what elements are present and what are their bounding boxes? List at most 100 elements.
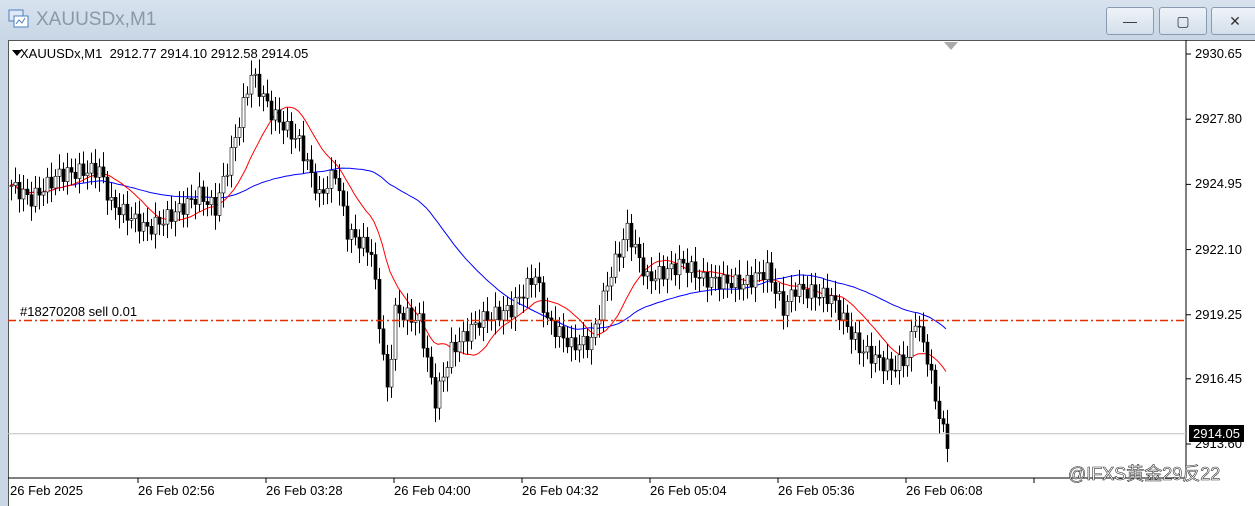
candle-body xyxy=(837,300,842,321)
candle-body xyxy=(285,121,290,131)
candle-body xyxy=(229,147,234,176)
candle-body xyxy=(321,189,326,194)
candle-body xyxy=(841,312,846,321)
candle-body xyxy=(357,236,362,249)
candle-body xyxy=(465,331,470,342)
price-tick-label: 2927.80 xyxy=(1195,111,1242,127)
candle-body xyxy=(49,176,54,189)
candle-body xyxy=(209,197,214,205)
candle-body xyxy=(269,100,274,121)
candle-body xyxy=(917,325,922,328)
candle-body xyxy=(213,197,218,216)
candle-body xyxy=(677,258,682,276)
candle-body xyxy=(177,203,182,213)
candle-body xyxy=(785,301,790,316)
candle-body xyxy=(537,276,542,284)
candle-body xyxy=(205,201,210,205)
candle-body xyxy=(389,358,394,388)
candle-body xyxy=(913,325,918,332)
candle-body xyxy=(117,207,122,216)
candle-body xyxy=(369,251,374,255)
candle-body xyxy=(521,296,526,299)
candle-body xyxy=(809,284,814,299)
candle-body xyxy=(309,159,314,174)
candle-body xyxy=(897,354,902,371)
candle-body xyxy=(553,320,558,337)
candle-body xyxy=(317,189,322,194)
candle-body xyxy=(249,74,254,95)
candle-body xyxy=(885,358,890,372)
candle-body xyxy=(849,326,854,340)
candle-body xyxy=(857,332,862,354)
candle-body xyxy=(717,276,722,290)
candle-body xyxy=(561,326,566,339)
candle-body xyxy=(289,121,294,140)
candle-body xyxy=(765,262,770,281)
candle-body xyxy=(65,167,70,182)
candle-body xyxy=(341,190,346,207)
candle-body xyxy=(937,400,942,419)
candle-body xyxy=(637,243,642,259)
candle-body xyxy=(141,222,146,232)
candle-body xyxy=(797,283,802,297)
candle-body xyxy=(565,337,570,348)
candle-body xyxy=(361,236,366,249)
price-chart[interactable] xyxy=(0,0,1255,505)
candle-body xyxy=(61,168,66,182)
candle-body xyxy=(753,272,758,288)
candle-body xyxy=(721,274,726,290)
candle-body xyxy=(89,162,94,174)
candle-body xyxy=(905,356,910,367)
candle-body xyxy=(557,326,562,337)
candle-body xyxy=(609,276,614,287)
candle-body xyxy=(749,274,754,288)
candle-body xyxy=(501,310,506,321)
candle-body xyxy=(421,313,426,349)
candle-body xyxy=(13,181,18,186)
candle-body xyxy=(217,192,222,216)
candle-body xyxy=(881,357,886,372)
candle-body xyxy=(929,363,934,371)
price-tick-label: 2924.95 xyxy=(1195,176,1242,192)
candle-body xyxy=(345,205,350,240)
candle-body xyxy=(41,191,46,196)
candle-body xyxy=(697,277,702,279)
candle-body xyxy=(781,291,786,316)
ma-fast-line xyxy=(9,106,947,372)
candle-body xyxy=(933,369,938,402)
candle-body xyxy=(481,311,486,328)
candle-body xyxy=(821,287,826,298)
candle-body xyxy=(877,354,882,358)
candle-body xyxy=(101,166,106,178)
candle-body xyxy=(517,296,522,299)
candle-body xyxy=(853,332,858,340)
candle-body xyxy=(625,222,630,240)
candle-body xyxy=(653,278,658,282)
candle-body xyxy=(777,291,782,294)
time-tick-label: 26 Feb 03:28 xyxy=(266,483,343,498)
order-label[interactable]: #18270208 sell 0.01 xyxy=(20,304,137,319)
candle-body xyxy=(705,271,710,288)
candle-body xyxy=(589,336,594,351)
candle-body xyxy=(365,236,370,253)
candle-body xyxy=(329,169,334,189)
candle-body xyxy=(277,109,282,123)
candle-body xyxy=(817,296,822,299)
candle-body xyxy=(257,73,262,97)
candle-body xyxy=(349,229,354,240)
price-tick-label: 2922.10 xyxy=(1195,241,1242,257)
candle-body xyxy=(73,171,78,179)
candle-body xyxy=(533,276,538,285)
candle-body xyxy=(85,172,90,176)
time-tick-label: 26 Feb 05:04 xyxy=(650,483,727,498)
candle-body xyxy=(941,418,946,425)
candle-body xyxy=(297,135,302,139)
candle-body xyxy=(125,203,130,221)
candle-body xyxy=(381,328,386,355)
candle-body xyxy=(337,177,342,192)
candle-body xyxy=(477,322,482,328)
candle-body xyxy=(665,268,670,280)
candle-body xyxy=(673,263,678,276)
candle-body xyxy=(313,172,318,194)
candle-body xyxy=(281,121,286,131)
